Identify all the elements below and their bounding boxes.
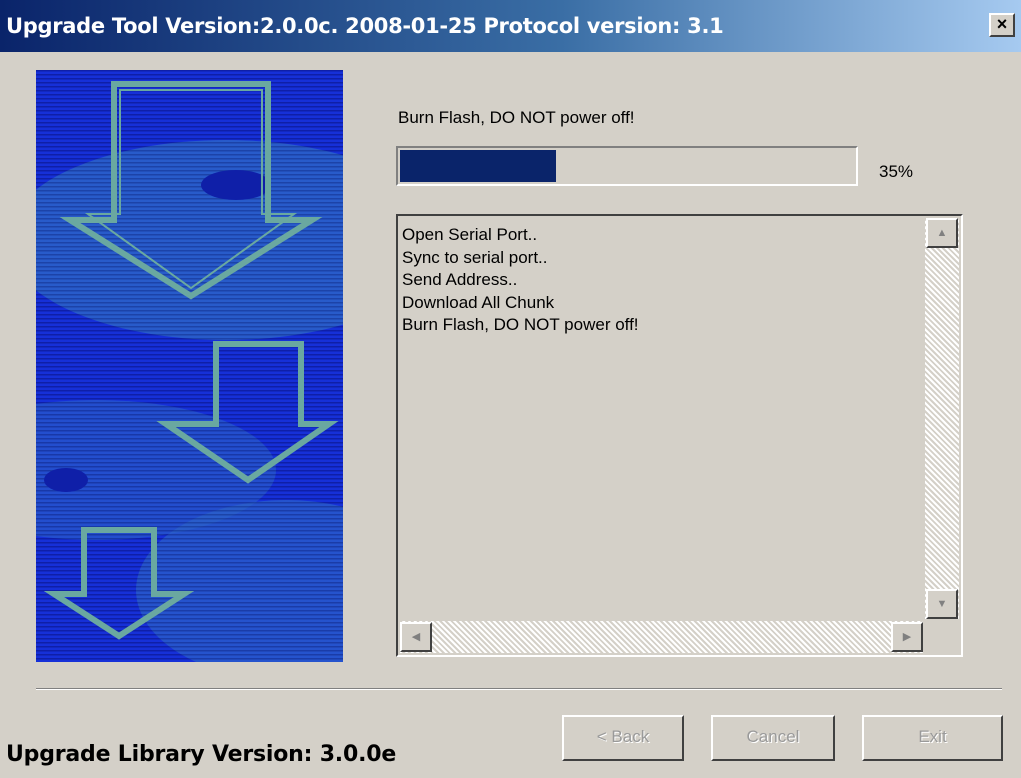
back-button[interactable]: < Back xyxy=(562,715,684,761)
scroll-left-button[interactable]: ◀ xyxy=(400,622,432,652)
log-listbox[interactable]: Open Serial Port.. Sync to serial port..… xyxy=(396,214,963,657)
log-line: Open Serial Port.. xyxy=(402,225,538,244)
status-label: Burn Flash, DO NOT power off! xyxy=(398,108,635,127)
scrollbar-corner xyxy=(923,619,959,653)
scroll-up-button[interactable]: ▲ xyxy=(926,218,958,248)
close-icon: × xyxy=(996,14,1008,34)
log-line: Burn Flash, DO NOT power off! xyxy=(402,315,639,334)
upgrade-tool-window: Upgrade Tool Version:2.0.0c. 2008-01-25 … xyxy=(0,0,1021,778)
log-line: Send Address.. xyxy=(402,270,518,289)
separator-line xyxy=(36,688,1002,690)
horizontal-scrollbar[interactable]: ◀ ▶ xyxy=(400,621,923,653)
log-line: Sync to serial port.. xyxy=(402,247,548,267)
arrow-left-icon: ◀ xyxy=(411,631,421,643)
scroll-right-button[interactable]: ▶ xyxy=(891,622,923,652)
progress-percent-label: 35% xyxy=(879,162,914,181)
progress-bar-fill xyxy=(400,150,557,182)
arrow-right-icon: ▶ xyxy=(902,631,912,643)
close-button[interactable]: × xyxy=(989,13,1015,37)
log-line: Download All Chunk xyxy=(402,292,555,312)
title-bar[interactable]: Upgrade Tool Version:2.0.0c. 2008-01-25 … xyxy=(0,0,1021,52)
window-title: Upgrade Tool Version:2.0.0c. 2008-01-25 … xyxy=(6,14,724,38)
arrow-down-icon: ▼ xyxy=(936,598,948,610)
vertical-scrollbar[interactable]: ▲ ▼ xyxy=(925,218,959,619)
arrow-up-icon: ▲ xyxy=(936,227,948,239)
wizard-banner-image xyxy=(36,70,343,662)
cancel-button[interactable]: Cancel xyxy=(711,715,835,761)
library-version-label: Upgrade Library Version: 3.0.0e xyxy=(6,742,397,767)
scroll-down-button[interactable]: ▼ xyxy=(926,589,958,619)
progress-bar xyxy=(396,146,858,186)
log-lines: Open Serial Port.. Sync to serial port..… xyxy=(402,224,639,337)
exit-button[interactable]: Exit xyxy=(862,715,1003,761)
